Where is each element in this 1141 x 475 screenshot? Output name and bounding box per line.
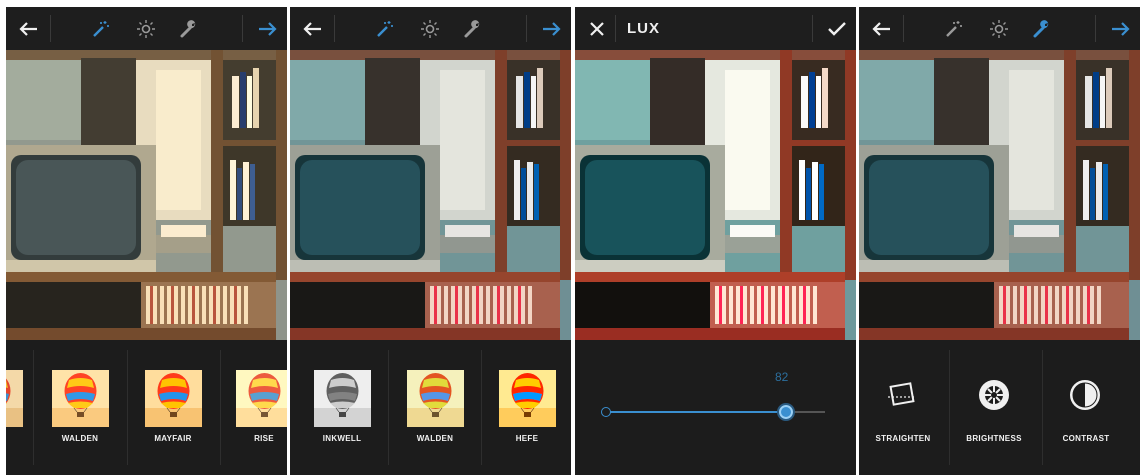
filter-thumb-mayfair[interactable] [145,370,202,427]
filter-strip: WALDEN MAYFAIR RISE [6,340,287,475]
tool-label: BRIGHTNESS [966,434,1022,443]
next-button[interactable] [250,7,286,50]
screen-tools: STRAIGHTEN BRIGHTNESS CONTRAST [859,7,1140,475]
lux-tab[interactable] [987,7,1011,50]
tools-strip: STRAIGHTEN BRIGHTNESS CONTRAST [859,340,1140,475]
filter-label: WALDEN [61,434,99,443]
filter-label: INKWELL [322,434,362,443]
tools-tab[interactable] [461,7,485,50]
filter-label: MAYFAIR [154,434,192,443]
sun-icon [990,19,1008,38]
filter-label: WALDEN [416,434,454,443]
next-button[interactable] [534,7,570,50]
arrow-right-icon [543,21,561,36]
brightness-button[interactable] [974,375,1014,415]
magic-wand-icon [377,20,393,37]
screen-filters-2: INKWELL WALDEN HEFE [290,7,571,475]
lux-slider-panel: 82 [575,340,856,475]
filter-thumb-walden[interactable] [407,370,464,427]
toolbar: LUX [575,7,856,50]
contrast-button[interactable] [1065,375,1105,415]
straighten-icon [888,382,916,406]
back-button[interactable] [294,7,330,50]
checkmark-icon [828,21,846,36]
filter-label: RISE [254,434,274,443]
confirm-button[interactable] [819,7,855,50]
filter-thumb-inkwell[interactable] [314,370,371,427]
tool-label: STRAIGHTEN [875,434,931,443]
filter-thumb-rise[interactable] [236,370,287,427]
photo-preview [290,50,571,340]
magic-wand-icon [946,20,962,37]
filter-thumb-amaro[interactable] [52,370,109,427]
filter-tab[interactable] [373,7,397,50]
brightness-icon [979,380,1009,410]
wrench-icon [464,19,480,37]
close-button[interactable] [579,7,615,50]
tool-label: CONTRAST [1062,434,1110,443]
magic-wand-icon [93,20,109,37]
screen-lux: LUX 82 [575,7,856,475]
screen-title: LUX [627,20,660,37]
slider-origin [601,407,611,417]
wrench-icon [1033,19,1049,37]
sun-icon [137,19,155,38]
slider-fill [606,411,786,413]
screen-filters-1: WALDEN MAYFAIR RISE [6,7,287,475]
filter-thumb[interactable] [6,370,23,427]
lux-tab[interactable] [418,7,442,50]
arrow-left-icon [19,21,37,36]
slider-value: 82 [775,370,789,384]
lux-tab[interactable] [134,7,158,50]
filter-tab[interactable] [89,7,113,50]
photo-preview [575,50,856,340]
contrast-icon [1070,380,1100,410]
tools-tab[interactable] [177,7,201,50]
photo-preview [859,50,1140,340]
toolbar [859,7,1140,50]
arrow-right-icon [1112,21,1130,36]
tools-tab[interactable] [1030,7,1054,50]
photo-preview [6,50,287,340]
filter-label: HEFE [515,434,539,443]
next-button[interactable] [1103,7,1139,50]
back-button[interactable] [10,7,46,50]
back-button[interactable] [863,7,899,50]
sun-icon [421,19,439,38]
filter-tab[interactable] [942,7,966,50]
filter-strip: INKWELL WALDEN HEFE [290,340,571,475]
wrench-icon [180,19,196,37]
lux-slider[interactable] [601,403,825,421]
toolbar [290,7,571,50]
arrow-left-icon [872,21,890,36]
close-icon [590,21,604,36]
toolbar [6,7,287,50]
arrow-right-icon [259,21,277,36]
slider-handle[interactable] [777,403,795,421]
arrow-left-icon [303,21,321,36]
straighten-button[interactable] [882,375,922,415]
filter-thumb-hefe[interactable] [499,370,556,427]
